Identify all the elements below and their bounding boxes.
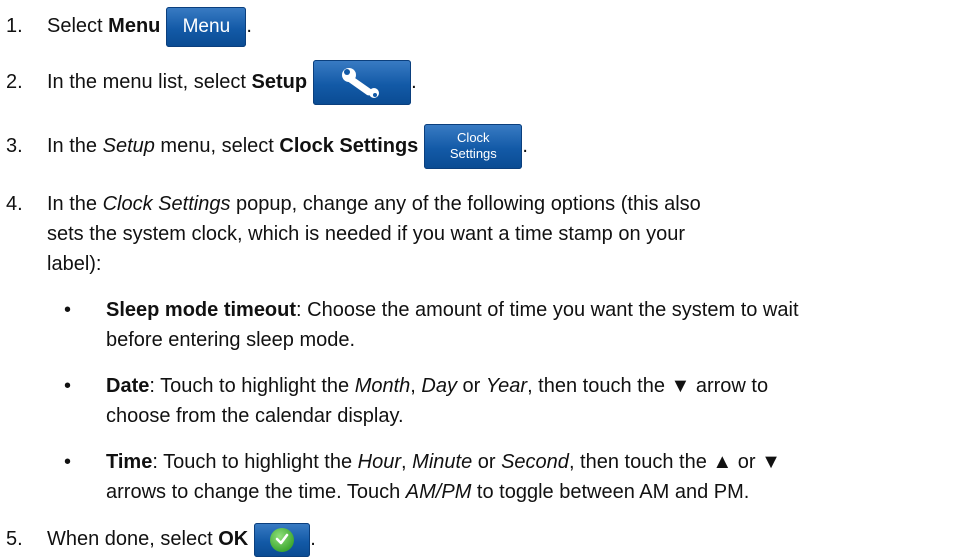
step-text: When done, select OK.	[47, 522, 316, 557]
clock-settings-button[interactable]: Clock Settings	[424, 124, 523, 170]
setup-button[interactable]	[313, 60, 412, 106]
wrench-icon	[342, 68, 380, 99]
step-number: 4.	[6, 193, 23, 215]
bullet-symbol: •	[64, 299, 72, 321]
step-text: In the Setup menu, select Clock Settings…	[47, 124, 528, 170]
step-text-line-1: In the Clock Settings popup, change any …	[47, 193, 701, 215]
step-text: Select Menu Menu.	[47, 6, 252, 47]
step-text: In the menu list, select Setup.	[47, 60, 417, 106]
clock-settings-label: Clock Settings	[279, 135, 419, 157]
menu-label: Menu	[108, 15, 161, 37]
setup-label: Setup	[251, 71, 308, 93]
step-number: 2.	[6, 71, 23, 93]
bullet-symbol: •	[64, 375, 72, 397]
step-number: 3.	[6, 135, 23, 157]
step-number: 1.	[6, 15, 23, 37]
checkmark-icon	[275, 533, 289, 545]
bullet-symbol: •	[64, 451, 72, 473]
menu-button[interactable]: Menu	[166, 6, 247, 47]
step-number: 5.	[6, 528, 23, 550]
ok-button[interactable]	[254, 522, 311, 557]
ok-label: OK	[218, 528, 249, 550]
